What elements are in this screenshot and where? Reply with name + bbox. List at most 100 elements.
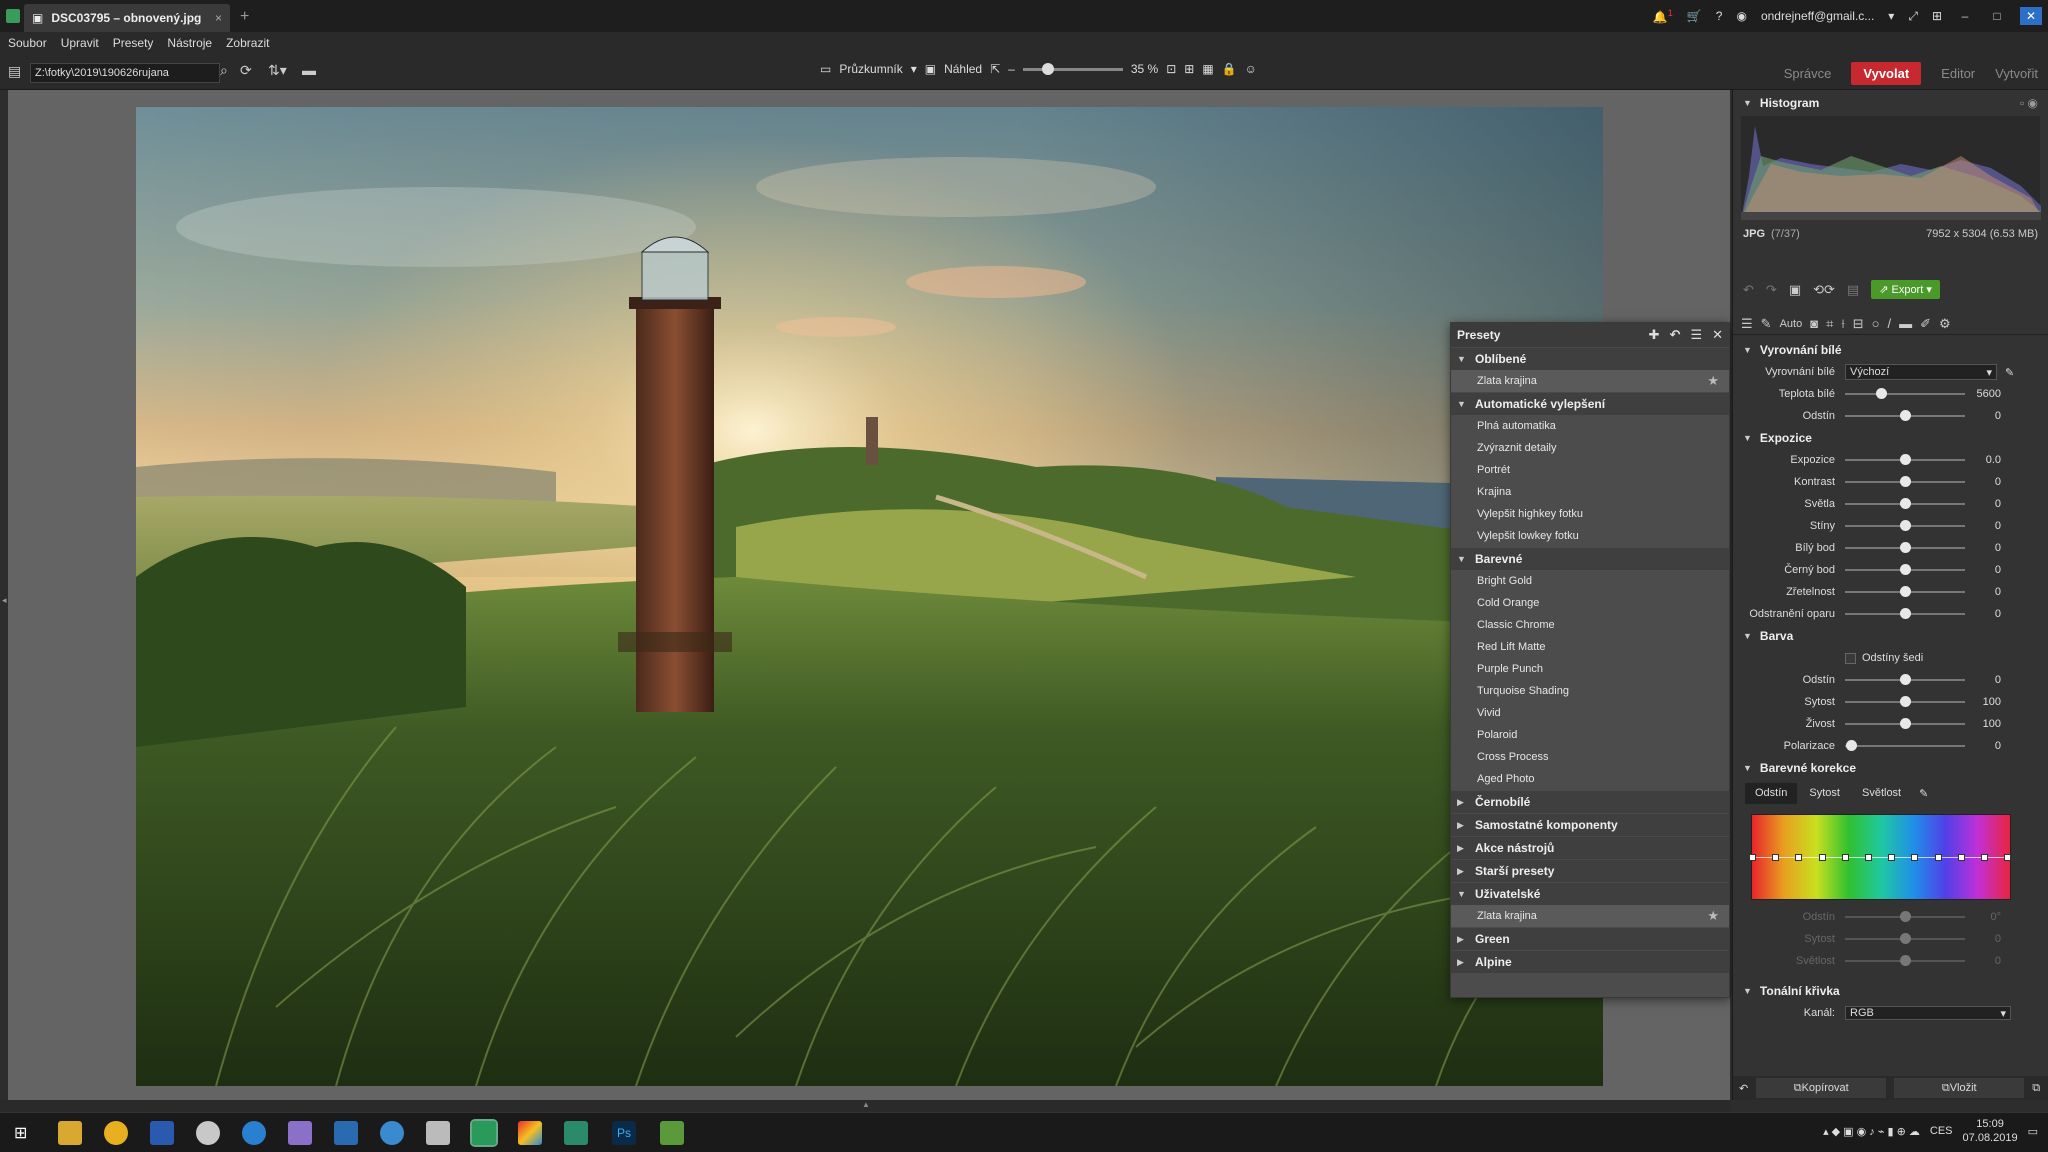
slider-knob[interactable] <box>1900 454 1911 465</box>
preset-item-turquoise-shading[interactable]: Turquoise Shading <box>1451 680 1729 702</box>
transform-icon[interactable]: ⟊ <box>1841 316 1844 332</box>
app-icon-6[interactable] <box>288 1121 312 1145</box>
actual-size-icon[interactable]: ▦ <box>1202 62 1213 76</box>
settings-gear-icon[interactable]: ⚙ <box>1939 316 1951 332</box>
cc-control-point[interactable] <box>1981 854 1988 861</box>
grayscale-checkbox[interactable] <box>1845 652 1856 664</box>
notifications-icon[interactable]: ▭ <box>2028 1125 2038 1138</box>
preset-group-uzivatelske[interactable]: ▼ Uživatelské <box>1451 882 1729 905</box>
cc-control-point[interactable] <box>1749 854 1756 861</box>
zoom-slider[interactable] <box>1022 62 1123 75</box>
app-icon-14[interactable] <box>660 1121 684 1145</box>
pen-icon[interactable]: ✐ <box>1920 316 1931 332</box>
slider-track[interactable] <box>1845 476 1965 487</box>
color-correction-header[interactable]: ▼ Barevné korekce <box>1733 757 2048 779</box>
preset-item-vylepsit-lowkey-fotku[interactable]: Vylepšit lowkey fotku <box>1451 525 1729 547</box>
preset-group-cernobile[interactable]: ▶ Černobílé <box>1451 790 1729 813</box>
file-explorer-icon[interactable] <box>58 1121 82 1145</box>
cc-control-point[interactable] <box>1795 854 1803 861</box>
slider-value[interactable]: 0 <box>1965 608 2001 620</box>
slider-track[interactable] <box>1845 586 1965 597</box>
photo-canvas[interactable] <box>136 107 1603 1086</box>
preset-group-barevne[interactable]: ▼ Barevné <box>1451 547 1729 570</box>
mode-manager[interactable]: Správce <box>1784 66 1832 81</box>
preset-item-cross-process[interactable]: Cross Process <box>1451 746 1729 768</box>
camera-icon[interactable]: ◙ <box>1810 316 1818 331</box>
close-presets-icon[interactable]: ✕ <box>1712 327 1723 343</box>
preset-item-polaroid[interactable]: Polaroid <box>1451 724 1729 746</box>
mode-create[interactable]: Vytvořit <box>1995 66 2038 81</box>
preset-item-krajina[interactable]: Krajina <box>1451 481 1729 503</box>
preset-group-oblibene[interactable]: ▼ Oblíbené <box>1451 347 1729 370</box>
reset-icon[interactable]: ↶ <box>1739 1082 1748 1095</box>
app-icon-4[interactable] <box>196 1121 220 1145</box>
cc-control-point[interactable] <box>1818 854 1826 861</box>
person-icon[interactable]: ☺ <box>1245 62 1257 76</box>
undo-icon[interactable]: ↶ <box>1743 282 1754 298</box>
preset-group-alpine[interactable]: ▶ Alpine <box>1451 950 1729 973</box>
explorer-dropdown-icon[interactable]: ▾ <box>911 62 917 76</box>
brush-icon[interactable]: / <box>1887 316 1891 331</box>
slider-track[interactable] <box>1845 388 1965 399</box>
menu-nastroje[interactable]: Nástroje <box>167 36 212 50</box>
paste-button[interactable]: ⧉ Vložit <box>1894 1078 2025 1098</box>
slider-track[interactable] <box>1845 454 1965 465</box>
wand-icon[interactable]: ✎ <box>1761 316 1772 332</box>
preset-item-vivid[interactable]: Vivid <box>1451 702 1729 724</box>
cart-icon[interactable]: 🛒 <box>1687 9 1702 23</box>
app-icon-5[interactable] <box>242 1121 266 1145</box>
auto-button[interactable]: Auto <box>1780 318 1803 330</box>
tone-curve-header[interactable]: ▼ Tonální křivka <box>1733 980 2048 1002</box>
slider-value[interactable]: 0° <box>1965 911 2001 923</box>
slider-knob[interactable] <box>1900 586 1911 597</box>
mode-develop[interactable]: Vyvolat <box>1851 62 1922 85</box>
close-icon[interactable]: ✕ <box>2020 7 2042 25</box>
photoshop-icon[interactable]: Ps <box>612 1121 636 1145</box>
compare-icon[interactable]: ▣ <box>1789 282 1801 298</box>
document-tab[interactable]: ▣ DSC03795 – obnovený.jpg × <box>24 4 230 32</box>
slider-track[interactable] <box>1845 564 1965 575</box>
slider-track[interactable] <box>1845 911 1965 922</box>
preset-item-zvyraznit-detaily[interactable]: Zvýraznit detaily <box>1451 437 1729 459</box>
preset-item-aged-photo[interactable]: Aged Photo <box>1451 768 1729 790</box>
account-name[interactable]: ondrejneff@gmail.c... <box>1761 9 1874 23</box>
color-header[interactable]: ▼ Barva <box>1733 625 2048 647</box>
slider-value[interactable]: 0 <box>1965 586 2001 598</box>
cc-tab-hue[interactable]: Odstín <box>1745 783 1798 804</box>
preview-button[interactable]: Náhled <box>944 62 982 76</box>
slider-value[interactable]: 0 <box>1965 520 2001 532</box>
app-icon-7[interactable] <box>334 1121 358 1145</box>
wb-header[interactable]: ▼ Vyrovnání bílé <box>1733 339 2048 361</box>
help-button[interactable]: ? <box>1716 9 1723 23</box>
slider-knob[interactable] <box>1900 933 1911 944</box>
minimize-icon[interactable]: – <box>1956 9 1974 23</box>
zoom-slider-knob[interactable] <box>1041 62 1054 75</box>
preset-group-akce-nastroju[interactable]: ▶ Akce nástrojů <box>1451 836 1729 859</box>
copy-button[interactable]: ⧉ Kopírovat <box>1756 1078 1887 1098</box>
crop-icon[interactable]: ⌗ <box>1826 316 1833 332</box>
circle-icon[interactable]: ○ <box>1872 316 1880 331</box>
cc-tab-lightness[interactable]: Světlost <box>1852 783 1911 804</box>
slider-knob[interactable] <box>1900 498 1911 509</box>
favorite-star-icon[interactable]: ★ <box>1707 908 1719 924</box>
slider-value[interactable]: 0 <box>1965 674 2001 686</box>
preset-item-plna-automatika[interactable]: Plná automatika <box>1451 415 1729 437</box>
adjust-icon[interactable]: ☰ <box>1741 316 1753 332</box>
slider-value[interactable]: 0 <box>1965 410 2001 422</box>
filmstrip-toggle-icon[interactable]: ▲ <box>862 1100 870 1109</box>
cc-control-point[interactable] <box>1841 854 1849 861</box>
slider-value[interactable]: 0 <box>1965 498 2001 510</box>
slider-knob[interactable] <box>1900 718 1911 729</box>
slider-knob[interactable] <box>1900 955 1911 966</box>
slider-value[interactable]: 0 <box>1965 564 2001 576</box>
slider-track[interactable] <box>1845 608 1965 619</box>
fit-icon[interactable]: ⊡ <box>1166 62 1176 76</box>
export-button[interactable]: ⇗ Export ▾ <box>1871 280 1940 299</box>
menu-icon[interactable]: ☰ <box>1690 327 1702 343</box>
slider-track[interactable] <box>1845 955 1965 966</box>
lock-icon[interactable]: 🔒 <box>1222 62 1237 76</box>
favorite-star-icon[interactable]: ★ <box>1707 373 1719 389</box>
cc-control-point[interactable] <box>1934 854 1942 861</box>
save-icon[interactable]: ▤ <box>1847 282 1859 298</box>
slider-knob[interactable] <box>1876 388 1887 399</box>
